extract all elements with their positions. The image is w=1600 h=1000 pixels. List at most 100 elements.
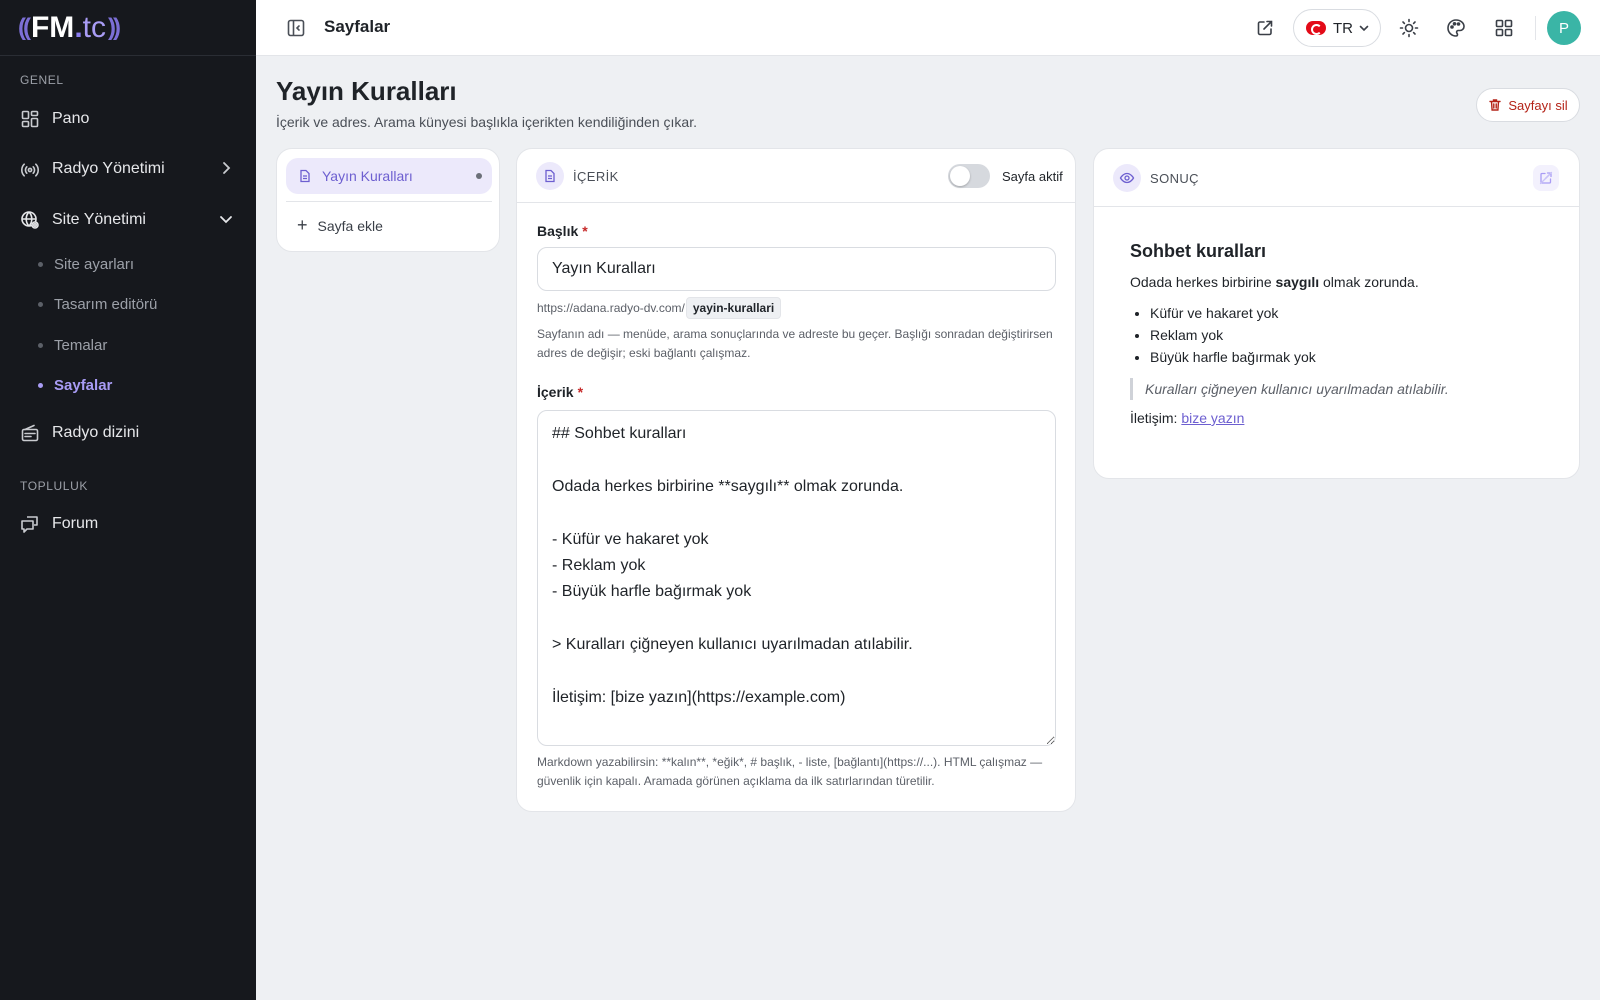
sidebar-subitem-label: Site ayarları [54,255,135,273]
open-preview-icon[interactable] [1533,165,1559,191]
page-list-item[interactable]: Yayın Kuralları [286,158,492,194]
sidebar-subitem-label: Temalar [54,336,108,354]
palette-icon[interactable] [1445,17,1467,39]
section-label-genel: GENEL [20,73,64,87]
bullet [38,261,43,267]
avatar[interactable]: P [1547,11,1581,45]
card-header-label: İÇERİK [573,169,619,184]
sidebar-item-label: Site Yönetimi [52,211,146,228]
brand-logo[interactable]: (( FM . tc )) [0,0,256,56]
logo-dot: . [74,10,83,44]
preview-bold-text: saygılı [1275,274,1320,290]
preview-list: Küfür ve hakaret yok Reklam yok Büyük ha… [1130,302,1560,368]
page-list-item-label: Yayın Kuralları [322,168,413,184]
chevron-right-icon [223,162,231,174]
page-active-toggle[interactable] [948,164,990,188]
preview-contact: İletişim: bize yazın [1130,410,1560,426]
add-page-label: Sayfa ekle [317,217,383,234]
page-url: https://adana.radyo-dv.com/ yayin-kurall… [537,297,782,319]
required-marker: * [577,384,584,400]
logo-wave-left: (( [18,13,31,41]
bullet [38,382,43,388]
sidebar: (( FM . tc )) GENEL Pano Radyo Yönetimi … [0,0,256,1000]
sidebar-item-label: Radyo dizini [52,424,140,441]
list-item: Büyük harfle bağırmak yok [1150,346,1560,368]
language-selector[interactable]: TR [1293,9,1381,47]
preview-card: SONUÇ Sohbet kuralları Odada herkes birb… [1093,148,1580,479]
document-icon [300,169,310,183]
content-editor-card: İÇERİK Sayfa aktif Başlık* https://adana… [516,148,1076,812]
url-base: https://adana.radyo-dv.com/ [537,301,685,315]
sidebar-item-radyo-yonetimi[interactable]: Radyo Yönetimi [0,149,256,189]
contact-link[interactable]: bize yazın [1181,410,1244,426]
status-dot [476,173,482,179]
sidebar-subitem-label: Tasarım editörü [54,295,158,313]
preview-heading: Sohbet kuralları [1130,241,1267,261]
list-item: Reklam yok [1150,324,1560,346]
markdown-help-text: Markdown yazabilirsin: **kalın**, *eğik*… [537,755,1043,788]
sidebar-toggle-icon[interactable] [286,18,306,38]
chevron-down-icon [1359,25,1369,32]
chevron-down-icon [220,216,232,224]
language-code: TR [1333,19,1353,37]
dashboard-icon [20,109,40,129]
page-title: Yayın Kuralları [276,76,457,106]
globe-settings-icon [20,210,40,230]
add-page-button[interactable]: + Sayfa ekle [297,215,383,236]
list-item: Küfür ve hakaret yok [1150,302,1560,324]
external-link-icon[interactable] [1254,17,1276,39]
card-header: İÇERİK Sayfa aktif [517,149,1075,203]
topbar-title: Sayfalar [324,17,391,36]
title-help-text: Sayfanın adı — menüde, arama sonuçlarınd… [537,327,1053,360]
divider [286,201,492,202]
title-field-label: Başlık * [537,223,588,239]
content-textarea[interactable]: ## Sohbet kuralları Odada herkes birbiri… [537,410,1056,746]
sidebar-subitem-sayfalar[interactable]: Sayfalar [38,371,112,399]
sidebar-item-label: Pano [52,110,90,127]
grid-icon[interactable] [1493,17,1515,39]
sidebar-subitem-tasarim-editoru[interactable]: Tasarım editörü [38,290,157,318]
card-header: SONUÇ [1094,149,1579,207]
logo-brand: FM [30,10,75,44]
sidebar-item-site-yonetimi[interactable]: Site Yönetimi [0,200,256,240]
turkey-flag-icon [1306,21,1326,35]
pages-list-card: Yayın Kuralları + Sayfa ekle [276,148,500,252]
topbar-divider [1535,16,1536,40]
trash-icon [1489,99,1502,111]
sidebar-item-radyo-dizini[interactable]: Radyo dizini [0,413,256,453]
bullet [38,342,43,348]
eye-icon [1113,164,1141,192]
document-icon [536,162,564,190]
card-header-label: SONUÇ [1150,171,1199,186]
title-input[interactable] [537,247,1056,291]
toggle-knob [950,166,970,186]
preview-text: Odada herkes birbirine [1130,274,1276,290]
content-field-label: İçerik * [537,384,583,400]
sidebar-item-label: Forum [52,515,99,532]
radio-icon [20,423,40,443]
logo-wave-right: )) [108,13,121,41]
rendered-preview: Sohbet kuralları Odada herkes birbirine … [1130,241,1560,426]
delete-page-button[interactable]: Sayfayı sil [1476,88,1580,122]
url-slug[interactable]: yayin-kurallari [685,297,782,319]
sidebar-item-forum[interactable]: Forum [0,504,256,544]
forum-icon [20,514,40,534]
title-label-text: Başlık [537,223,579,239]
required-marker: * [582,223,588,239]
page-subtitle: İçerik ve adres. Arama künyesi başlıkla … [276,114,697,130]
sidebar-subitem-temalar[interactable]: Temalar [38,331,107,359]
content-label-text: İçerik [537,384,574,400]
topbar: Sayfalar TR P [256,0,1600,56]
sun-icon[interactable] [1398,17,1420,39]
plus-icon: + [297,215,308,235]
sidebar-item-pano[interactable]: Pano [0,99,256,139]
preview-quote: Kuralları çiğneyen kullanıcı uyarılmadan… [1130,378,1560,400]
contact-label: İletişim: [1130,410,1182,426]
section-label-topluluk: TOPLULUK [20,479,88,493]
preview-paragraph: Odada herkes birbirine saygılı olmak zor… [1130,274,1560,290]
sidebar-subitem-site-ayarlari[interactable]: Site ayarları [38,250,134,278]
page-active-label: Sayfa aktif [1002,169,1063,184]
sidebar-item-label: Radyo Yönetimi [52,160,165,177]
bullet [38,301,43,307]
logo-tld: tc [82,10,106,44]
